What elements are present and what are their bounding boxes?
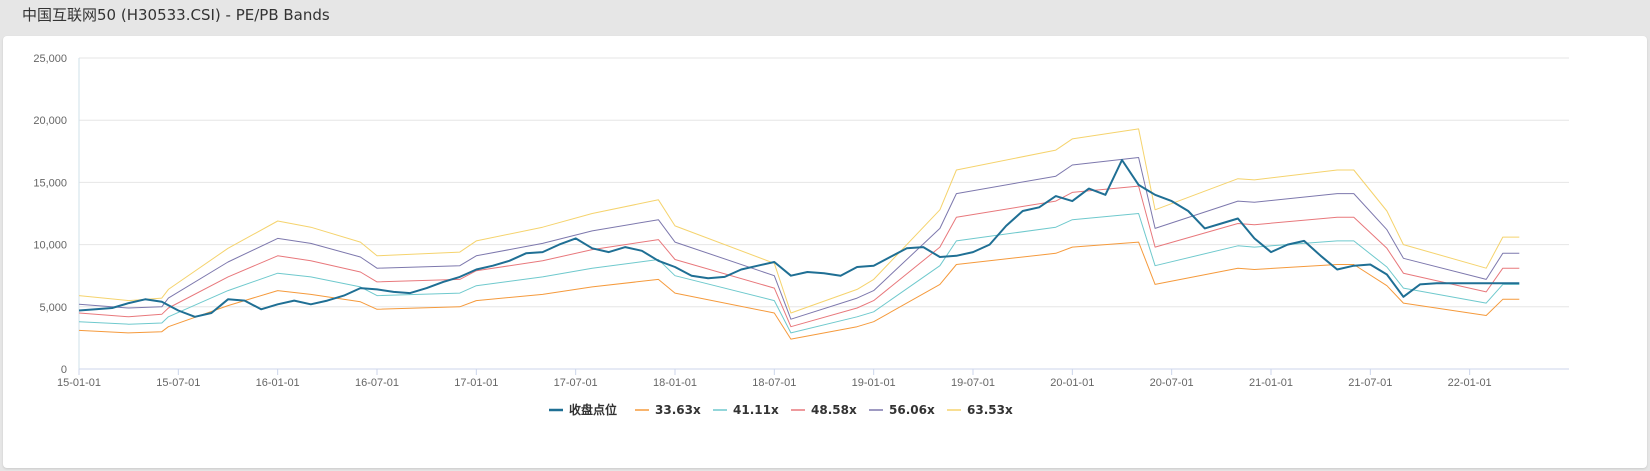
legend-item[interactable]: 48.58x <box>791 403 857 417</box>
pe-pb-band-chart: 05,00010,00015,00020,00025,000 15-01-01 1… <box>33 53 1569 417</box>
series-line-48.58x <box>78 185 1520 328</box>
legend-label: 48.58x <box>811 403 857 417</box>
x-tick-label: 16-01-01 <box>256 377 300 389</box>
y-tick-label: 10,000 <box>33 240 67 252</box>
y-tick-label: 0 <box>61 364 67 376</box>
legend-label: 41.11x <box>733 403 779 417</box>
x-tick-label: 15-07-01 <box>156 377 200 389</box>
series-line-收盘点位 <box>78 159 1520 318</box>
x-tick-label: 19-07-01 <box>951 377 995 389</box>
series-line-56.06x <box>78 157 1520 320</box>
x-tick-label: 20-07-01 <box>1150 377 1194 389</box>
series-line-63.53x <box>78 128 1520 314</box>
y-axis-ticks: 0 5,000 10,000 15,000 20,000 25,000 <box>33 53 67 376</box>
legend-label: 63.53x <box>967 403 1013 417</box>
y-tick-label: 20,000 <box>33 115 67 127</box>
y-tick-label: 25,000 <box>33 53 67 65</box>
series-lines <box>78 128 1520 340</box>
page-title: 中国互联网50 (H30533.CSI) - PE/PB Bands <box>22 6 330 24</box>
y-tick-label: 5,000 <box>39 302 67 314</box>
x-tick-label: 15-01-01 <box>57 377 101 389</box>
legend-item[interactable]: 33.63x <box>635 403 701 417</box>
x-axis: 15-01-01 15-07-01 16-01-01 16-07-01 17-01-01… <box>57 58 1569 389</box>
x-tick-label: 17-07-01 <box>554 377 598 389</box>
legend-item[interactable]: 41.11x <box>713 403 779 417</box>
x-tick-label: 16-07-01 <box>355 377 399 389</box>
y-tick-label: 15,000 <box>33 177 67 189</box>
x-tick-label: 22-01-01 <box>1448 377 1492 389</box>
x-tick-label: 18-07-01 <box>752 377 796 389</box>
x-tick-label: 20-01-01 <box>1050 377 1094 389</box>
x-tick-label: 17-01-01 <box>454 377 498 389</box>
legend[interactable]: 收盘点位 33.63x 41.11x 48.58x 56.06x 63.53x <box>549 402 1013 417</box>
chart-card: 0 5,000 10,000 15,000 20,000 25,000 15-01-01 1… <box>3 36 1647 468</box>
x-tick-label: 19-01-01 <box>852 377 896 389</box>
legend-item[interactable]: 63.53x <box>947 403 1013 417</box>
legend-label: 收盘点位 <box>569 402 617 417</box>
legend-item[interactable]: 56.06x <box>869 403 935 417</box>
legend-label: 33.63x <box>655 403 701 417</box>
x-tick-label: 18-01-01 <box>653 377 697 389</box>
legend-label: 56.06x <box>889 403 935 417</box>
legend-item[interactable]: 收盘点位 <box>549 402 617 417</box>
x-tick-label: 21-01-01 <box>1249 377 1293 389</box>
x-tick-label: 21-07-01 <box>1348 377 1392 389</box>
grid-lines <box>79 57 1569 370</box>
